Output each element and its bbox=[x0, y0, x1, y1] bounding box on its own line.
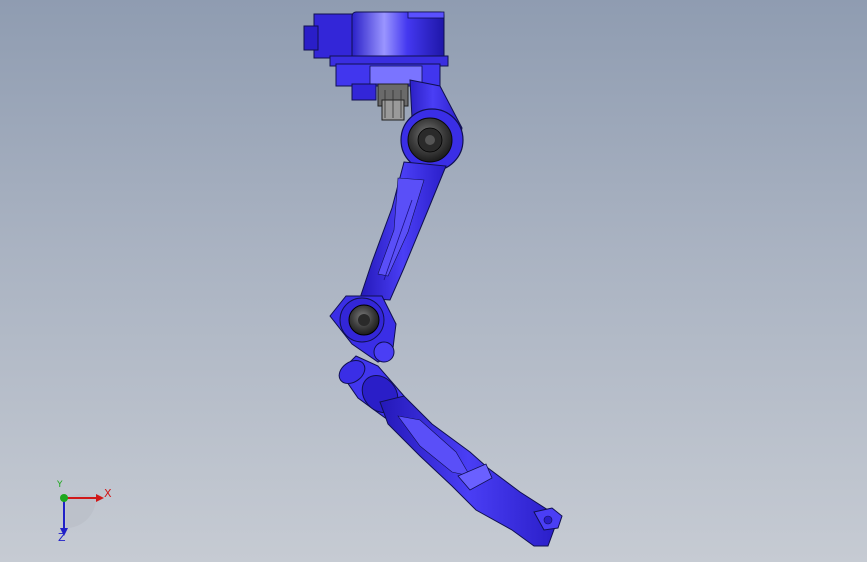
triad-x-label: X bbox=[104, 487, 112, 500]
graphics-viewport[interactable]: X Y Z bbox=[0, 0, 867, 562]
shoulder-joint[interactable] bbox=[400, 108, 464, 172]
triad-y-label: Y bbox=[57, 480, 63, 490]
orientation-triad: X Y Z bbox=[44, 478, 124, 548]
elbow-joint[interactable] bbox=[329, 295, 397, 363]
triad-axes-icon bbox=[60, 493, 104, 536]
triad-z-label: Z bbox=[58, 531, 66, 544]
robot-arm-model[interactable] bbox=[0, 0, 867, 562]
